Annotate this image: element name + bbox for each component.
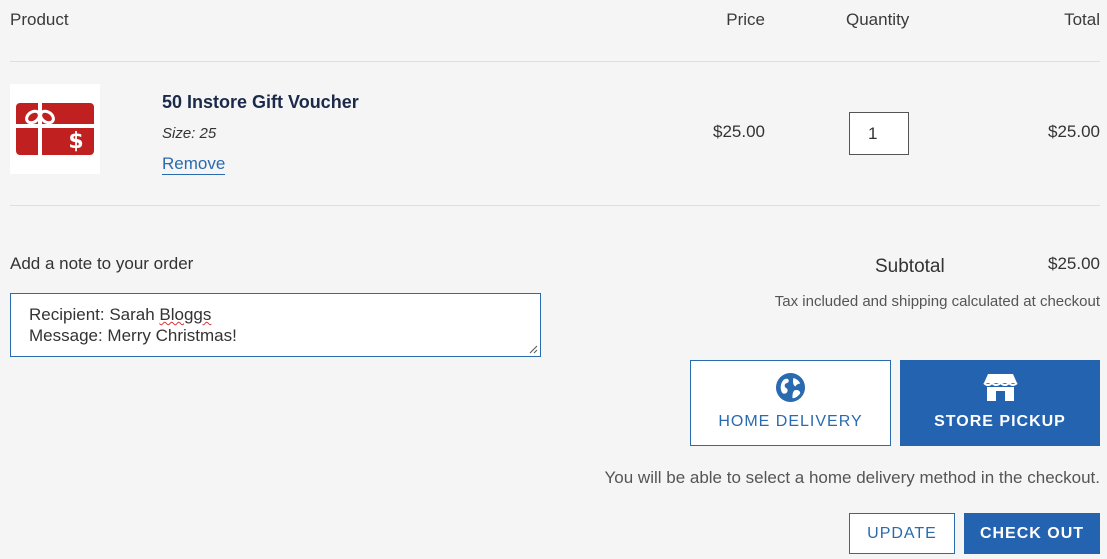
remove-item-link[interactable]: Remove [162,154,226,175]
item-price: $25.00 [713,122,765,141]
product-variant-size: Size: 25 [162,125,217,142]
order-note-textarea[interactable]: Recipient: Sarah Bloggs Message: Merry C… [10,293,541,357]
spellcheck-word: Bloggs [159,305,212,324]
gift-card-icon: $ [16,103,94,155]
store-pickup-option[interactable]: STORE PICKUP [900,360,1100,446]
column-header-total: Total [1064,10,1100,29]
svg-text:$: $ [68,129,83,154]
subtotal-label: Subtotal [875,256,945,277]
update-cart-button[interactable]: UPDATE [849,513,955,554]
divider [10,205,1100,206]
column-header-quantity: Quantity [846,10,910,29]
product-name[interactable]: 50 Instore Gift Voucher [162,92,359,113]
item-total: $25.00 [1048,122,1100,141]
store-pickup-label: STORE PICKUP [934,413,1066,430]
storefront-icon [982,374,1018,401]
divider [10,61,1100,62]
note-text: Message: Merry Christmas! [29,326,237,345]
resize-handle-icon[interactable] [529,345,538,354]
delivery-info-text: You will be able to select a home delive… [604,468,1101,487]
checkout-button[interactable]: CHECK OUT [964,513,1100,554]
note-text: Recipient: Sarah [29,305,160,324]
product-image[interactable]: $ [10,84,100,174]
quantity-input[interactable] [849,112,909,155]
globe-icon [775,372,806,403]
order-note-label: Add a note to your order [10,254,194,273]
subtotal-value: $25.00 [1048,254,1100,273]
tax-shipping-note: Tax included and shipping calculated at … [774,293,1100,310]
column-header-product: Product [10,10,69,29]
column-header-price: Price [726,10,765,29]
home-delivery-option[interactable]: HOME DELIVERY [690,360,891,446]
home-delivery-label: HOME DELIVERY [718,413,863,430]
